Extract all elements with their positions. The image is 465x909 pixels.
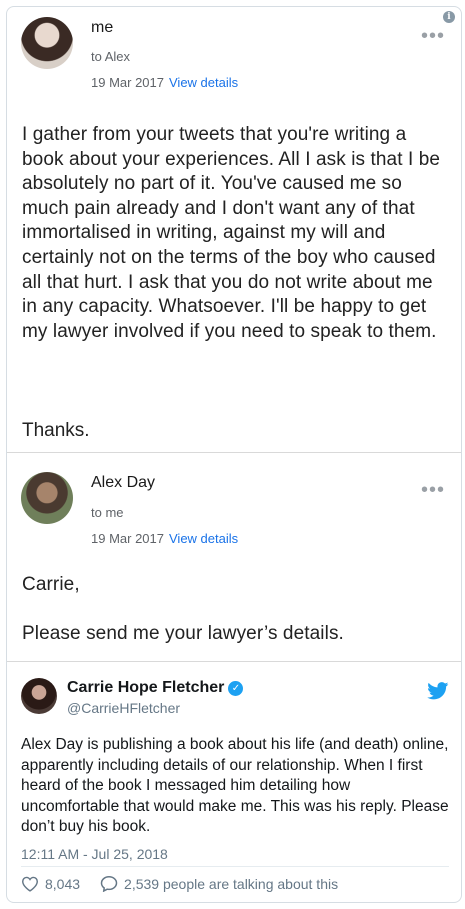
more-dots-icon[interactable]: ••• [421, 480, 445, 500]
verified-badge-icon: ✓ [228, 681, 244, 696]
sender-name: me [91, 19, 114, 36]
email-body: I gather from your tweets that you're wr… [22, 124, 441, 342]
like-count[interactable]: 8,043 [45, 876, 80, 892]
author-name[interactable]: Carrie Hope Fletcher [67, 679, 224, 696]
tweet-timestamp[interactable]: 12:11 AM - Jul 25, 2018 [21, 846, 168, 862]
tweet: Carrie Hope Fletcher ✓ @CarrieHFletcher A… [7, 662, 461, 902]
speech-bubble-icon[interactable] [100, 875, 118, 892]
view-details-link[interactable]: View details [169, 531, 238, 546]
tweet-text: Alex Day is publishing a book about his … [21, 736, 449, 835]
recipient-line: to me [91, 505, 124, 520]
twitter-bird-icon[interactable] [427, 682, 449, 700]
embedded-tweet-card: i me to Alex 19 Mar 2017 View details •••… [6, 6, 462, 903]
email-body: Please send me your lawyer’s details. [22, 623, 344, 644]
author-name-line[interactable]: Carrie Hope Fletcher ✓ [67, 679, 244, 697]
recipient-line: to Alex [91, 49, 131, 64]
email-message-from-me: me to Alex 19 Mar 2017 View details ••• I… [7, 7, 461, 452]
heart-icon[interactable] [21, 876, 39, 892]
tweet-divider [21, 866, 449, 867]
email-greeting: Carrie, [22, 574, 80, 595]
view-details-link[interactable]: View details [169, 75, 238, 90]
email-date-line: 19 Mar 2017 View details [91, 75, 238, 90]
more-dots-icon[interactable]: ••• [421, 26, 445, 46]
sender-avatar [21, 472, 73, 524]
email-date: 19 Mar 2017 [91, 531, 164, 546]
tweet-actions: 8,043 2,539 people are talking about thi… [21, 875, 338, 892]
author-handle[interactable]: @CarrieHFletcher [67, 700, 180, 716]
sender-avatar [21, 17, 73, 69]
author-avatar[interactable] [21, 678, 57, 714]
talking-count[interactable]: 2,539 people are talking about this [124, 876, 338, 892]
email-signoff: Thanks. [22, 420, 90, 441]
email-date-line: 19 Mar 2017 View details [91, 531, 238, 546]
section-divider [7, 452, 461, 453]
email-message-from-alex: Alex Day to me 19 Mar 2017 View details •… [7, 454, 461, 661]
sender-name: Alex Day [91, 474, 156, 491]
email-date: 19 Mar 2017 [91, 75, 164, 90]
